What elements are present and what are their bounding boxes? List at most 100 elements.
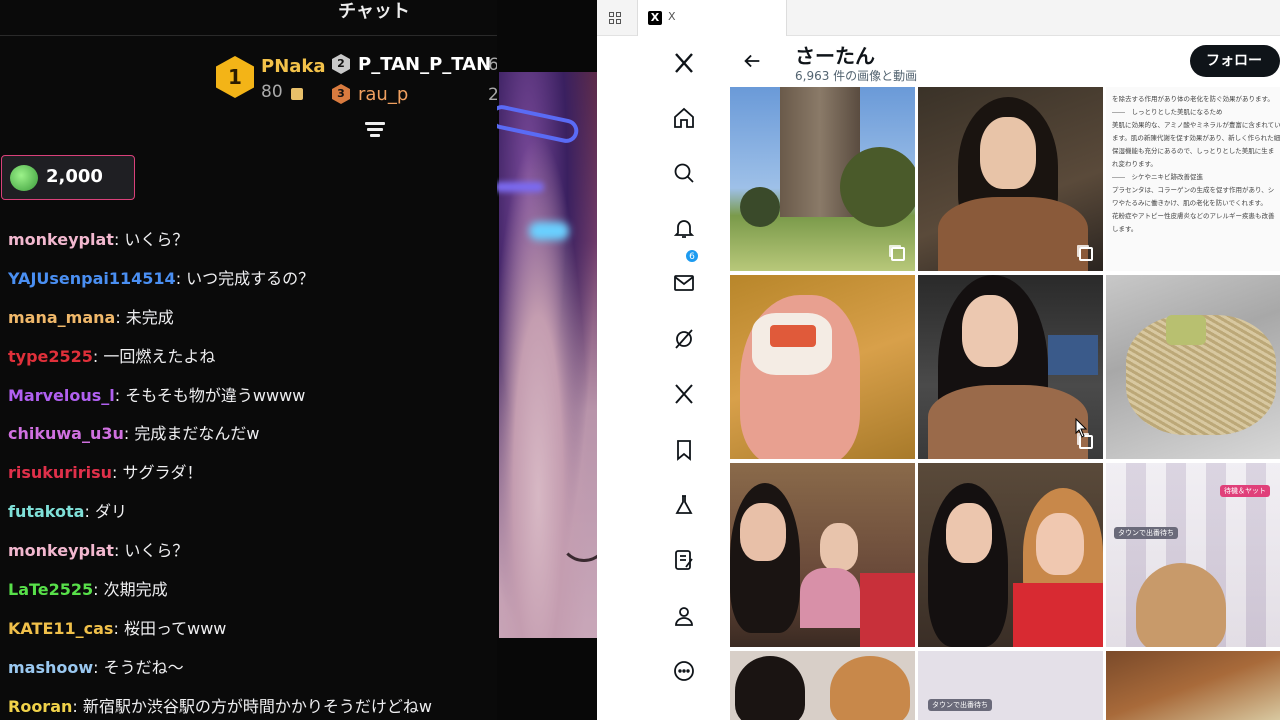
leaderboard-entry-2[interactable]: 2 P_TAN_P_TAN 6: [332, 54, 497, 78]
document-line: を除去する作用があり体の老化を防ぐ効果があります。: [1112, 95, 1274, 103]
leaderboard-points: 2: [488, 85, 497, 105]
chat-panel: チャット 1 PNaka 80 2 P_TAN_P_TAN 6 3 rau_p …: [0, 0, 497, 720]
chat-text: 未完成: [125, 307, 174, 327]
chat-message: monkeyplat: いくら？: [8, 541, 189, 561]
hair-shape: [1136, 563, 1226, 647]
chat-message: LaTe2525: 次期完成: [8, 580, 168, 600]
follow-button[interactable]: フォロー: [1190, 45, 1280, 77]
pinned-cheer[interactable]: 2,000: [1, 155, 135, 200]
notification-count-badge: 6: [685, 249, 699, 263]
document-line: 花粉症やアトピー性皮膚炎などのアレルギー疾患も改善: [1112, 212, 1275, 220]
chat-text: 一回燃えたよね: [103, 346, 216, 366]
chat-username[interactable]: Marvelous_l: [8, 386, 115, 405]
neon-light: [497, 102, 581, 146]
chat-message: mana_mana: 未完成: [8, 307, 174, 327]
stream-video[interactable]: [497, 0, 597, 720]
document-line: ―― シケやニキビ跡改善促進: [1112, 173, 1203, 181]
grok-icon[interactable]: [669, 324, 699, 354]
notifications-bell-icon[interactable]: [669, 213, 699, 243]
face-shape: [740, 503, 786, 561]
home-icon[interactable]: [669, 103, 699, 133]
chat-username[interactable]: KATE11_cas: [8, 619, 113, 638]
package-label: [770, 325, 816, 347]
chat-message: mashoow: そうだね〜: [8, 657, 184, 677]
tree-shape: [740, 187, 780, 227]
hair-shape: [735, 656, 805, 720]
collapse-leaderboard-icon[interactable]: [364, 122, 386, 142]
chat-messages: monkeyplat: いくら？ YAJUsenpai114514: いつ完成する…: [8, 230, 493, 720]
x-sidebar-nav: 6: [597, 36, 727, 720]
media-tile-group-2[interactable]: [918, 463, 1103, 647]
chat-username[interactable]: mana_mana: [8, 308, 115, 327]
chat-message: Rooran: 新宿駅か渋谷駅の方が時間かかりそうだけどねw: [8, 696, 432, 716]
face-shape: [946, 503, 992, 563]
lists-icon[interactable]: [669, 545, 699, 575]
chat-text: いくら？: [124, 230, 189, 249]
profile-icon[interactable]: [669, 601, 699, 631]
multiple-images-icon: [1079, 247, 1093, 261]
chat-text: いつ完成するの？: [186, 268, 315, 288]
document-line: プラセンタは、コラーゲンの生成を促す作用があり、シ: [1112, 186, 1275, 194]
face-shape: [962, 295, 1018, 367]
profile-header: さーたん 6,963 件の画像と動画 フォロー: [727, 36, 1280, 86]
screen-shape: [1048, 335, 1098, 375]
chat-text: サグラダ！: [122, 463, 203, 483]
document-line: します。: [1112, 225, 1138, 233]
leaderboard-entry-3[interactable]: 3 rau_p 2: [332, 84, 497, 108]
chat-text: 完成まだなんだw: [134, 424, 260, 444]
chat-message: risukuririsu: サグラダ！: [8, 463, 203, 483]
leaderboard-name: rau_p: [358, 84, 409, 105]
document-line: ワやたるみに働きかけ、肌の老化を防いでくれます。: [1112, 199, 1267, 207]
chat-username[interactable]: monkeyplat: [8, 230, 114, 249]
face-shadow: [559, 512, 597, 562]
rank-1-badge: 1: [216, 56, 254, 98]
chat-header: チャット: [0, 0, 497, 36]
browser-tab[interactable]: X X: [637, 0, 787, 36]
neon-light: [529, 222, 569, 240]
document-text: を除去する作用があり体の老化を防ぐ効果があります。 ―― しっとりとした美肌になる…: [1112, 93, 1280, 236]
chat-username[interactable]: risukuririsu: [8, 463, 112, 482]
neon-light: [497, 182, 544, 192]
face-shape: [820, 523, 858, 571]
media-tile-building[interactable]: [730, 87, 915, 271]
more-icon[interactable]: [669, 656, 699, 686]
chat-text: いくら？: [124, 541, 189, 561]
chat-username[interactable]: chikuwa_u3u: [8, 424, 124, 443]
chat-username[interactable]: monkeyplat: [8, 541, 114, 560]
face-shape: [1036, 513, 1084, 575]
jobs-flask-icon[interactable]: [669, 490, 699, 520]
body-shape: [928, 385, 1088, 459]
chat-username[interactable]: type2525: [8, 347, 93, 366]
media-tile-food[interactable]: [1106, 275, 1280, 459]
media-tile-document[interactable]: を除去する作用があり体の老化を防ぐ効果があります。 ―― しっとりとした美肌になる…: [1106, 87, 1280, 271]
body-shape: [1013, 583, 1103, 647]
body-shape: [800, 568, 860, 628]
messages-envelope-icon[interactable]: [669, 268, 699, 298]
chat-username[interactable]: YAJUsenpai114514: [8, 269, 176, 288]
media-tile-stream-2[interactable]: タウンで出番待ち: [918, 651, 1103, 720]
media-tile-portrait-1[interactable]: [918, 87, 1103, 271]
chat-username[interactable]: Rooran: [8, 697, 72, 716]
chat-text: そもそも物が違うwwww: [125, 385, 306, 405]
media-tile-group-3[interactable]: [730, 651, 915, 720]
media-tile-group-1[interactable]: [730, 463, 915, 647]
chat-username[interactable]: futakota: [8, 502, 84, 521]
bookmarks-icon[interactable]: [669, 435, 699, 465]
search-icon[interactable]: [669, 158, 699, 188]
document-line: 美肌に効果的な、アミノ酸やミネラルが豊富に含まれてい: [1112, 121, 1280, 129]
tab-overview-icon[interactable]: [609, 12, 621, 24]
back-arrow-icon[interactable]: [741, 50, 763, 72]
premium-x-icon[interactable]: [669, 379, 699, 409]
x-logo-icon[interactable]: [669, 48, 699, 78]
media-tile-food-2[interactable]: [1106, 651, 1280, 720]
document-line: ます。肌の新陳代謝を促す効果があり、新しく作られた細胞には: [1112, 134, 1280, 142]
chat-text: そうだね〜: [103, 657, 184, 677]
waiting-label: タウンで出番待ち: [1114, 527, 1178, 539]
leaderboard-entry-1[interactable]: 1 PNaka 80: [216, 56, 326, 106]
chat-username[interactable]: LaTe2525: [8, 580, 93, 599]
face-shape: [980, 117, 1036, 189]
media-tile-stream-1[interactable]: タウンで出番待ち 待機＆ヤット: [1106, 463, 1280, 647]
chat-message: chikuwa_u3u: 完成まだなんだw: [8, 424, 260, 444]
media-tile-bath-bomb[interactable]: [730, 275, 915, 459]
chat-username[interactable]: mashoow: [8, 658, 93, 677]
